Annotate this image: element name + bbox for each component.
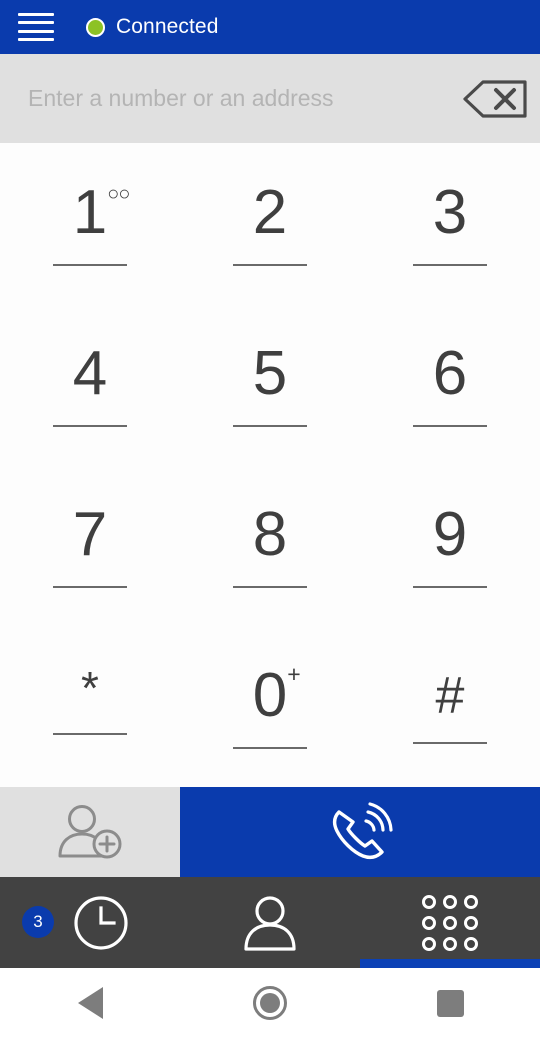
dial-number-input[interactable] <box>28 85 450 112</box>
key-underline <box>413 585 487 588</box>
key-2[interactable]: 2 <box>180 143 360 304</box>
keypad-dot <box>464 936 478 951</box>
key-underline <box>53 424 127 427</box>
key-9-glyph: 9 <box>432 499 468 569</box>
key-underline <box>233 585 307 588</box>
connection-status: Connected <box>86 15 218 39</box>
key-5-glyph: 5 <box>252 338 288 408</box>
android-back-icon <box>77 987 103 1019</box>
key-6-glyph: 6 <box>432 338 468 408</box>
key-hash-glyph: # <box>435 666 465 725</box>
backspace-icon <box>463 79 527 118</box>
add-contact-button[interactable] <box>0 787 180 877</box>
app-header: Connected <box>0 0 540 54</box>
key-8-glyph: 8 <box>252 499 288 569</box>
call-button[interactable] <box>180 787 540 877</box>
key-6[interactable]: 6 <box>360 304 540 465</box>
key-7[interactable]: 7 <box>0 465 180 626</box>
call-phone-icon <box>332 802 393 860</box>
voicemail-indicator-icon: ○○ <box>107 182 130 205</box>
status-dot-icon <box>86 17 105 37</box>
backspace-button[interactable] <box>450 54 540 143</box>
key-1[interactable]: 1 ○○ <box>0 143 180 304</box>
keypad-dot <box>443 936 457 951</box>
key-9[interactable]: 9 <box>360 465 540 626</box>
tab-recents[interactable]: 3 <box>0 877 180 968</box>
dial-input-bar <box>0 54 540 143</box>
key-8[interactable]: 8 <box>180 465 360 626</box>
key-0-glyph: 0 + <box>252 660 301 730</box>
hamburger-line <box>18 21 54 25</box>
key-3[interactable]: 3 <box>360 143 540 304</box>
hamburger-line <box>18 29 54 33</box>
android-home-icon <box>253 986 287 1020</box>
key-underline <box>53 732 127 735</box>
key-1-glyph: 1 ○○ <box>72 177 131 247</box>
android-nav-bar <box>0 968 540 1038</box>
tab-contacts[interactable] <box>180 877 360 968</box>
key-0[interactable]: 0 + <box>180 626 360 787</box>
key-hash[interactable]: # <box>360 626 540 787</box>
keypad-dot <box>464 915 478 930</box>
key-4-glyph: 4 <box>72 338 108 408</box>
key-4[interactable]: 4 <box>0 304 180 465</box>
hamburger-line <box>18 37 54 41</box>
key-underline <box>53 263 127 266</box>
key-star-glyph: * <box>81 661 99 714</box>
android-back-button[interactable] <box>0 987 180 1019</box>
key-underline <box>413 263 487 266</box>
keypad-dot <box>422 915 436 930</box>
recents-badge: 3 <box>22 906 54 938</box>
person-contacts-icon <box>244 895 296 951</box>
android-home-button[interactable] <box>180 986 360 1020</box>
plus-indicator-icon: + <box>287 660 301 687</box>
key-2-glyph: 2 <box>252 177 288 247</box>
keypad-dot <box>422 894 436 909</box>
android-recents-button[interactable] <box>360 989 540 1017</box>
key-underline <box>413 424 487 427</box>
key-3-glyph: 3 <box>432 177 468 247</box>
key-underline <box>233 746 307 749</box>
key-7-glyph: 7 <box>72 499 108 569</box>
key-star[interactable]: * <box>0 626 180 787</box>
key-underline <box>413 741 487 744</box>
key-underline <box>233 424 307 427</box>
android-recents-icon <box>436 989 464 1017</box>
keypad-dot <box>443 894 457 909</box>
clock-recents-icon <box>74 895 128 950</box>
bottom-tab-bar: 3 <box>0 877 540 968</box>
dialer-app: Connected 1○○ 2 3 4 <box>0 0 540 1038</box>
hamburger-menu-icon[interactable] <box>18 13 54 41</box>
key-underline <box>233 263 307 266</box>
hamburger-line <box>18 13 54 16</box>
status-label: Connected <box>116 15 219 38</box>
keypad-dot <box>464 894 478 909</box>
key-5[interactable]: 5 <box>180 304 360 465</box>
add-contact-icon <box>58 805 122 859</box>
tab-keypad[interactable] <box>360 877 540 968</box>
home-dot <box>260 993 280 1013</box>
action-bar <box>0 787 540 877</box>
keypad-dots-icon <box>422 894 478 951</box>
keypad-dot <box>443 915 457 930</box>
active-tab-indicator <box>360 959 540 968</box>
keypad-dot <box>422 936 436 951</box>
key-underline <box>53 585 127 588</box>
dial-keypad: 1 ○○ 2 3 4 5 6 7 8 9 * 0 + # <box>0 143 540 787</box>
